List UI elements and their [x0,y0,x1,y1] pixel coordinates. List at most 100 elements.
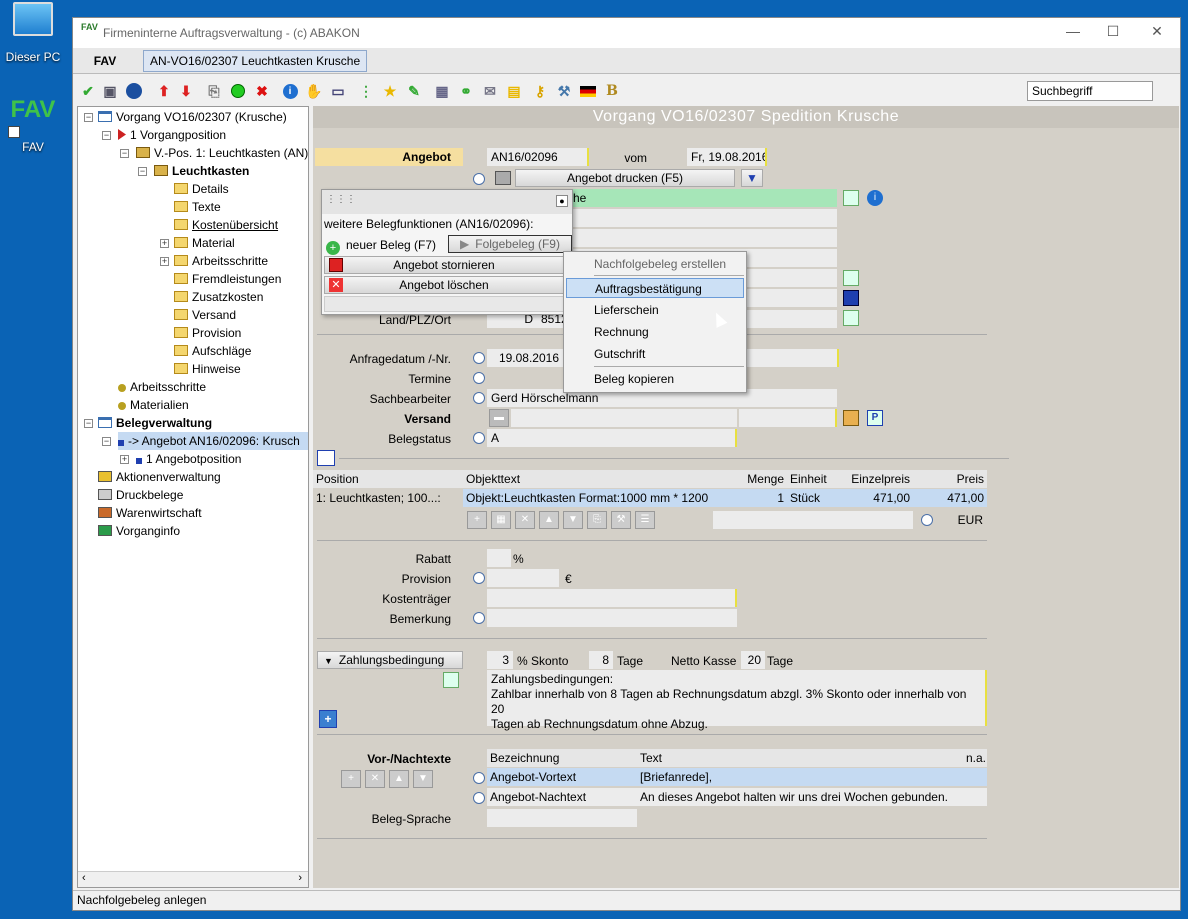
vortext-radio[interactable] [473,772,485,784]
collapse-toggle[interactable]: − [138,167,147,176]
list-row-button[interactable]: ☰ [635,511,655,529]
tree-item-vorganginfo[interactable]: Vorganginfo [98,522,180,540]
tree-item-angebotposition[interactable]: 1 Angebotposition [136,450,241,468]
delete-row-button[interactable]: ✕ [515,511,535,529]
arrow-down-icon[interactable]: ⬇ [177,82,195,100]
tree-item-kostenuebersicht[interactable]: Kostenübersicht [174,216,278,234]
move-down-button[interactable]: ▼ [563,511,583,529]
tree-item-texte[interactable]: Texte [174,198,221,216]
tree-item-leuchtkasten[interactable]: Leuchtkasten [154,162,249,180]
mail-icon[interactable]: ✉ [481,82,499,100]
calendar-icon[interactable] [843,290,859,306]
move-up-button[interactable]: ▲ [539,511,559,529]
delete-text-button[interactable]: ✕ [365,770,385,788]
scroll-right-icon[interactable]: › [298,872,302,884]
export-icon[interactable] [843,190,859,206]
truck-button[interactable]: ▬ [489,409,509,427]
export-icon[interactable] [843,270,859,286]
minimize-button[interactable]: — [1063,23,1083,39]
stop-icon[interactable] [125,82,143,100]
maximize-button[interactable]: ☐ [1103,23,1123,40]
horizontal-scrollbar[interactable]: ‹ › [78,871,308,887]
tree-item-warenwirtschaft[interactable]: Warenwirtschaft [98,504,202,522]
key-icon[interactable]: ⚷ [531,82,549,100]
new-beleg-button[interactable]: + neuer Beleg (F7) [326,236,446,255]
print-dropdown-button[interactable]: ▼ [741,169,763,187]
tab-fav[interactable]: FAV [77,50,133,72]
desktop-icon-this-pc[interactable]: Dieser PC [0,2,66,64]
angebot-loeschen-button[interactable]: ✕ Angebot löschen [324,276,564,294]
customer-name-field[interactable]: he [569,189,837,207]
belegstatus-radio[interactable] [473,432,485,444]
star-icon[interactable]: ★ [381,82,399,100]
tree-item-materialien[interactable]: Materialien [118,396,189,414]
bemerkung-field[interactable] [487,609,737,627]
pin-icon[interactable]: ✎ [405,82,423,100]
column-header-einheit[interactable]: Einheit [787,470,837,488]
hand-icon[interactable]: ✋ [305,82,323,100]
save-icon[interactable]: ▣ [101,82,119,100]
scroll-left-icon[interactable]: ‹ [82,872,86,884]
tree-item-vpos[interactable]: V.-Pos. 1: Leuchtkasten (AN) [136,144,308,162]
table-row[interactable]: Angebot-Vortext [Briefanrede], [487,768,987,786]
versand-field-2[interactable] [739,409,837,427]
export-icon[interactable] [443,672,459,688]
add-row-button[interactable]: + [467,511,487,529]
column-header-menge[interactable]: Menge [713,470,787,488]
zahlungsbedingung-button[interactable]: ▼ Zahlungsbedingung [317,651,463,669]
tab-document[interactable]: AN-VO16/02307 Leuchtkasten Krusche [143,50,368,72]
provision-radio[interactable] [473,572,485,584]
address-field-2[interactable] [569,229,837,247]
expand-toggle[interactable]: + [160,239,169,248]
tree-item-provision[interactable]: Provision [174,324,241,342]
tage-field[interactable]: 8 [589,651,613,669]
belegstatus-field[interactable]: A [487,429,737,447]
expand-toggle[interactable]: + [160,257,169,266]
kostentraeger-field[interactable] [487,589,737,607]
tools-icon[interactable]: ⚒ [555,82,573,100]
print-radio[interactable] [473,173,485,185]
info-icon[interactable]: i [281,82,299,100]
column-header-position[interactable]: Position [313,470,463,488]
angebot-stornieren-button[interactable]: Angebot stornieren [324,256,564,274]
tree-item-angebot[interactable]: -> Angebot AN16/02096: Krusch [118,432,308,450]
table-row[interactable]: Angebot-Nachtext An dieses Angebot halte… [487,788,987,806]
tree-item-belegverwaltung[interactable]: Belegverwaltung [98,414,212,432]
package-icon[interactable] [843,410,859,426]
tree-item-arbeitsschritte[interactable]: Arbeitsschritte [118,378,206,396]
anfrage-date-field[interactable]: 19.08.2016 [487,349,563,367]
copy-row-button[interactable]: ⎘ [587,511,607,529]
menu-item-gutschrift[interactable]: Gutschrift [566,344,744,364]
nachtext-radio[interactable] [473,792,485,804]
delete-x-icon[interactable]: ✖ [253,82,271,100]
info-icon[interactable]: i [867,190,883,206]
table-icon[interactable] [317,450,335,466]
versand-field[interactable] [511,409,737,427]
move-text-down-button[interactable]: ▼ [413,770,433,788]
provision-field[interactable] [487,569,559,587]
menu-item-auftragsbestaetigung[interactable]: Auftragsbestätigung [566,278,744,298]
menu-item-beleg-kopieren[interactable]: Beleg kopieren [566,369,744,389]
tree-item-root[interactable]: Vorgang VO16/02307 (Krusche) [98,108,287,126]
tree-item-hinweise[interactable]: Hinweise [174,360,241,378]
collapse-toggle[interactable]: − [120,149,129,158]
expand-toggle[interactable]: + [120,455,129,464]
collapse-toggle[interactable]: − [84,113,93,122]
tree-item-material[interactable]: Material [174,234,235,252]
tree-item-fremdleistungen[interactable]: Fremdleistungen [174,270,281,288]
copy-document-icon[interactable]: ⎘ [205,82,223,100]
link-icon[interactable]: ⚭ [457,82,475,100]
checkmark-icon[interactable]: ✔ [79,82,97,100]
anfrage-radio[interactable] [473,352,485,364]
tree-item-zusatzkosten[interactable]: Zusatzkosten [174,288,263,306]
bemerkung-radio[interactable] [473,612,485,624]
close-button[interactable]: ✕ [1147,23,1167,40]
collapse-toggle[interactable]: − [102,437,111,446]
monitor-icon[interactable]: ▭ [329,82,347,100]
tree-item-aufschlaege[interactable]: Aufschläge [174,342,251,360]
tree-item-aktionen[interactable]: Aktionenverwaltung [98,468,221,486]
sprache-field[interactable] [487,809,637,827]
folgebeleg-button[interactable]: ▶ Folgebeleg (F9) [448,235,572,253]
netto-field[interactable]: 20 [741,651,765,669]
split-row-button[interactable]: ▦ [491,511,511,529]
